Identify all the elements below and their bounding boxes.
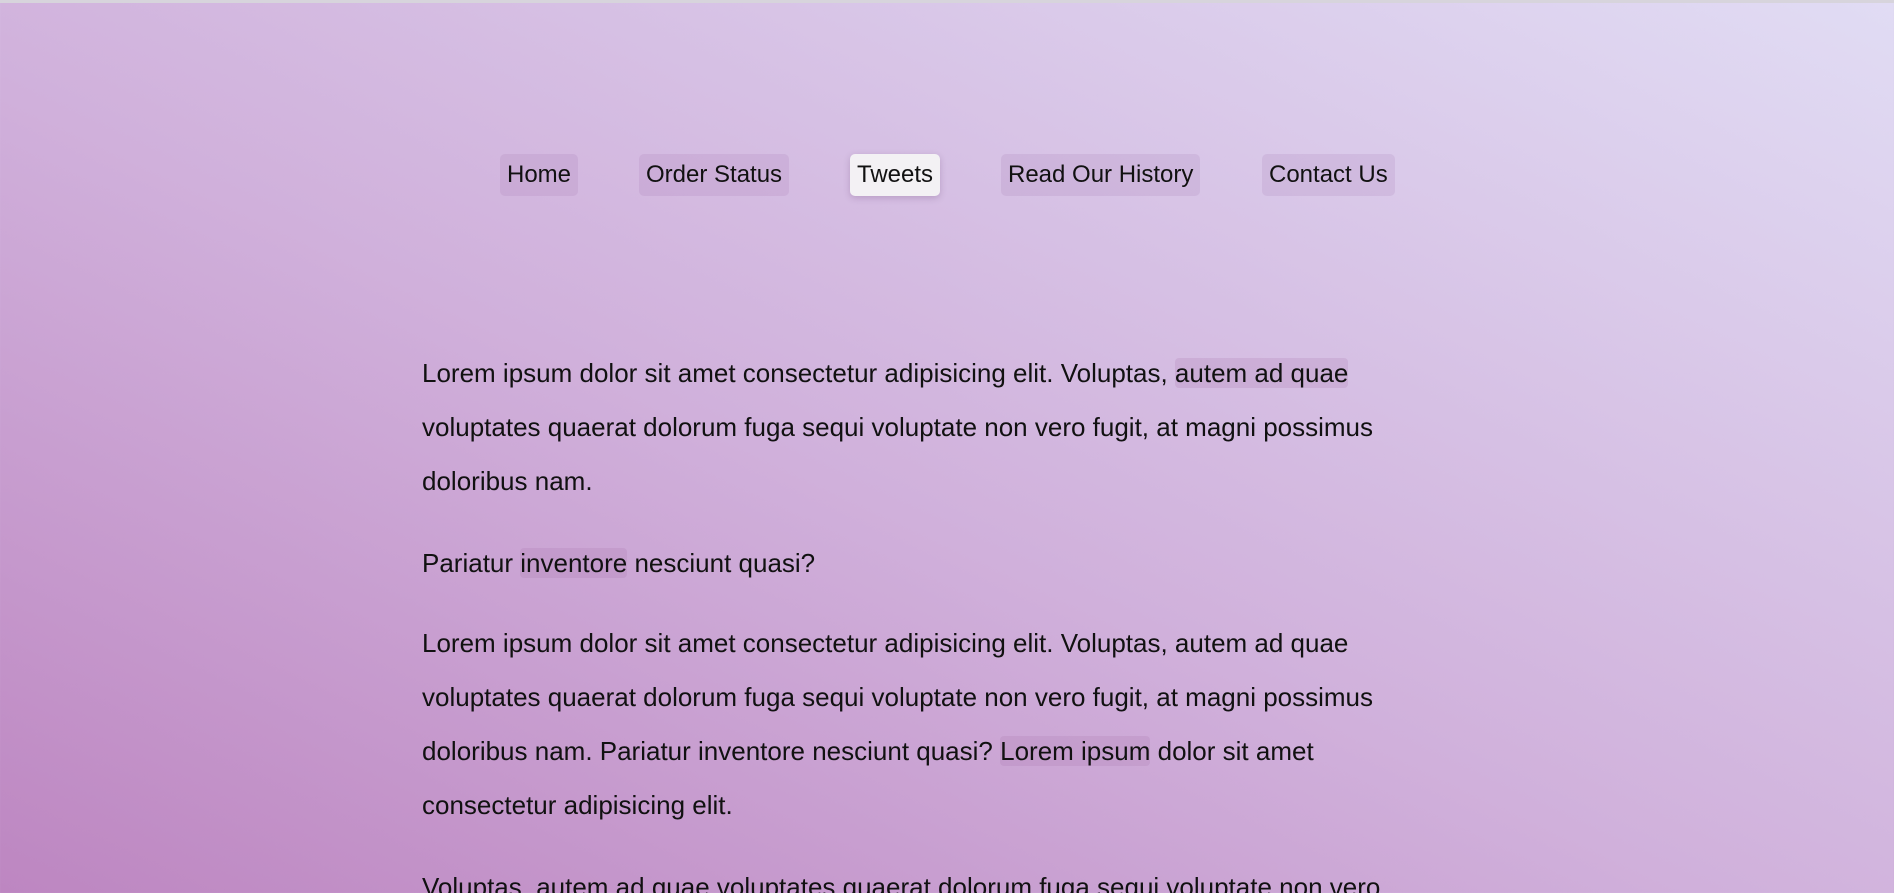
paragraph-4: Voluptas, autem ad quae voluptates quaer… bbox=[422, 860, 1422, 893]
paragraph-2: Pariatur inventore nesciunt quasi? bbox=[422, 536, 1422, 590]
nav-tweets[interactable]: Tweets bbox=[850, 154, 941, 196]
paragraph-text: voluptates quaerat dolorum fuga sequi vo… bbox=[422, 412, 1374, 496]
paragraph-1: Lorem ipsum dolor sit amet consectetur a… bbox=[422, 346, 1422, 508]
nav-order-status[interactable]: Order Status bbox=[639, 154, 790, 196]
paragraph-text: nesciunt quasi? bbox=[627, 548, 816, 578]
nav-contact-us[interactable]: Contact Us bbox=[1262, 154, 1395, 196]
highlighted-text: Lorem ipsum bbox=[1000, 736, 1151, 766]
paragraph-text: Voluptas, autem ad quae voluptates quaer… bbox=[422, 872, 1381, 893]
nav-home[interactable]: Home bbox=[500, 154, 579, 196]
highlighted-text: autem ad quae bbox=[1174, 358, 1349, 388]
highlighted-text: inventore bbox=[520, 548, 628, 578]
paragraph-text: Lorem ipsum dolor sit amet consectetur a… bbox=[422, 358, 1175, 388]
nav-read-our-history[interactable]: Read Our History bbox=[1001, 154, 1201, 196]
main-nav: Home Order Status Tweets Read Our Histor… bbox=[0, 154, 1894, 197]
paragraph-text: Pariatur bbox=[422, 548, 521, 578]
top-border bbox=[0, 0, 1894, 3]
paragraph-3: Lorem ipsum dolor sit amet consectetur a… bbox=[422, 616, 1422, 832]
